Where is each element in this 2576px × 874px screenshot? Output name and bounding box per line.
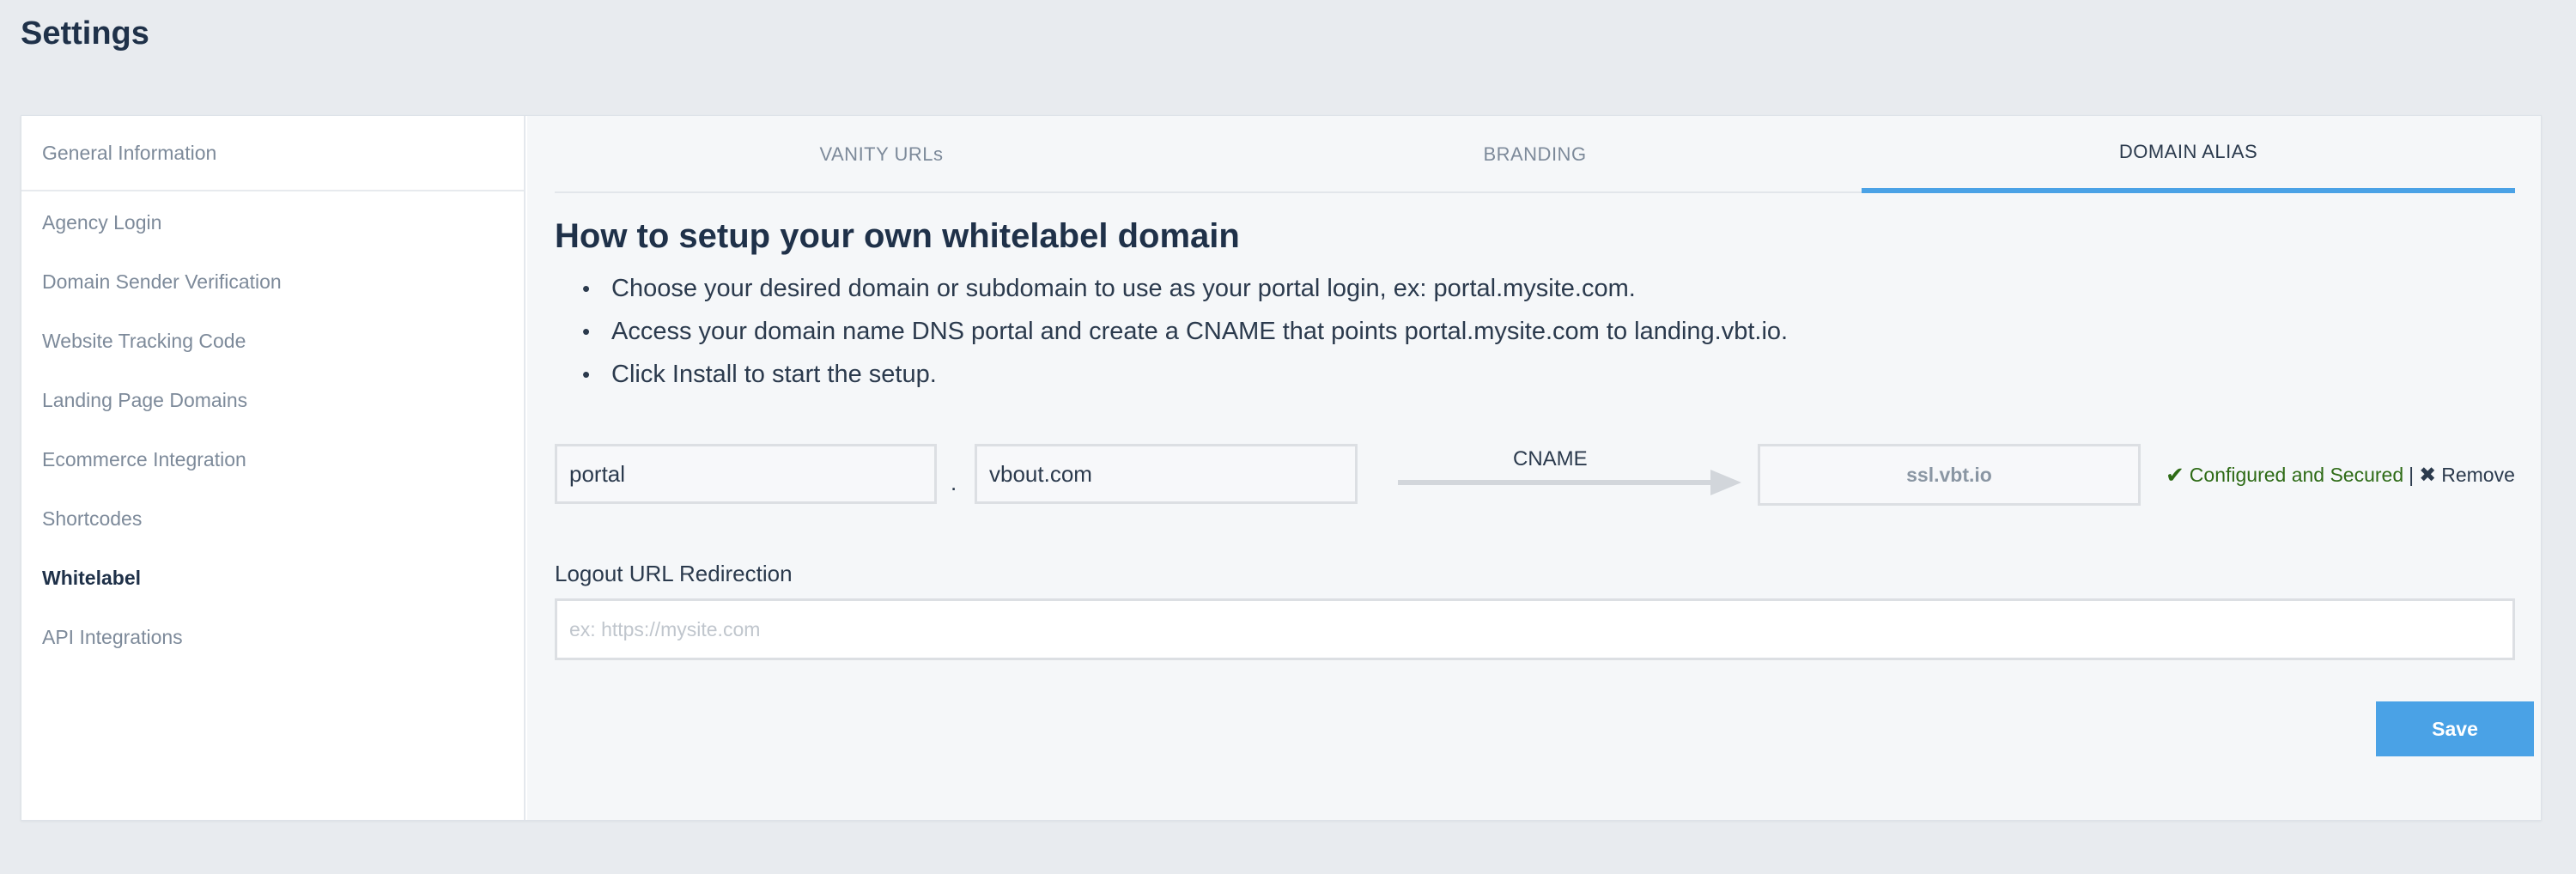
settings-card: General Information Agency Login Domain …: [21, 115, 2542, 821]
cname-target-field: ssl.vbt.io: [1758, 444, 2141, 506]
subdomain-input[interactable]: [555, 444, 937, 504]
save-button[interactable]: Save: [2376, 701, 2534, 756]
sidebar-item-ecommerce-integration[interactable]: Ecommerce Integration: [42, 448, 246, 471]
setup-step: Choose your desired domain or subdomain …: [582, 267, 1788, 310]
setup-heading: How to setup your own whitelabel domain: [555, 217, 1240, 255]
sidebar-item-shortcodes[interactable]: Shortcodes: [42, 507, 142, 531]
close-icon[interactable]: ✖: [2419, 463, 2436, 488]
sidebar-item-whitelabel[interactable]: Whitelabel: [42, 567, 141, 590]
setup-steps: Choose your desired domain or subdomain …: [582, 267, 1788, 396]
page-title: Settings: [21, 15, 149, 52]
settings-sidebar: General Information Agency Login Domain …: [21, 116, 526, 820]
check-icon: ✔: [2166, 462, 2184, 488]
tab-bar: VANITY URLs BRANDING DOMAIN ALIAS: [555, 116, 2515, 193]
sidebar-item-api-integrations[interactable]: API Integrations: [42, 626, 183, 649]
arrow-right-icon: [1398, 470, 1741, 495]
setup-step: Click Install to start the setup.: [582, 353, 1788, 396]
tab-vanity-urls[interactable]: VANITY URLs: [555, 116, 1208, 193]
status-divider: |: [2409, 464, 2415, 486]
logout-url-input[interactable]: [555, 598, 2515, 660]
sidebar-item-website-tracking-code[interactable]: Website Tracking Code: [42, 330, 246, 353]
domain-separator: .: [951, 470, 957, 495]
sidebar-divider: [21, 190, 524, 191]
sidebar-item-landing-page-domains[interactable]: Landing Page Domains: [42, 389, 247, 412]
tab-branding[interactable]: BRANDING: [1208, 116, 1862, 193]
whitelabel-panel: VANITY URLs BRANDING DOMAIN ALIAS How to…: [527, 116, 2541, 820]
remove-link[interactable]: Remove: [2441, 464, 2515, 487]
sidebar-item-agency-login[interactable]: Agency Login: [42, 211, 161, 234]
logout-url-label: Logout URL Redirection: [555, 561, 793, 586]
status-text: Configured and Secured: [2189, 464, 2404, 486]
tab-domain-alias[interactable]: DOMAIN ALIAS: [1862, 116, 2515, 193]
sidebar-item-domain-sender-verification[interactable]: Domain Sender Verification: [42, 270, 282, 294]
sidebar-item-general-information[interactable]: General Information: [42, 142, 216, 165]
domain-status: ✔ Configured and Secured | ✖ Remove: [2166, 462, 2515, 489]
setup-step: Access your domain name DNS portal and c…: [582, 310, 1788, 353]
domain-input[interactable]: [975, 444, 1358, 504]
